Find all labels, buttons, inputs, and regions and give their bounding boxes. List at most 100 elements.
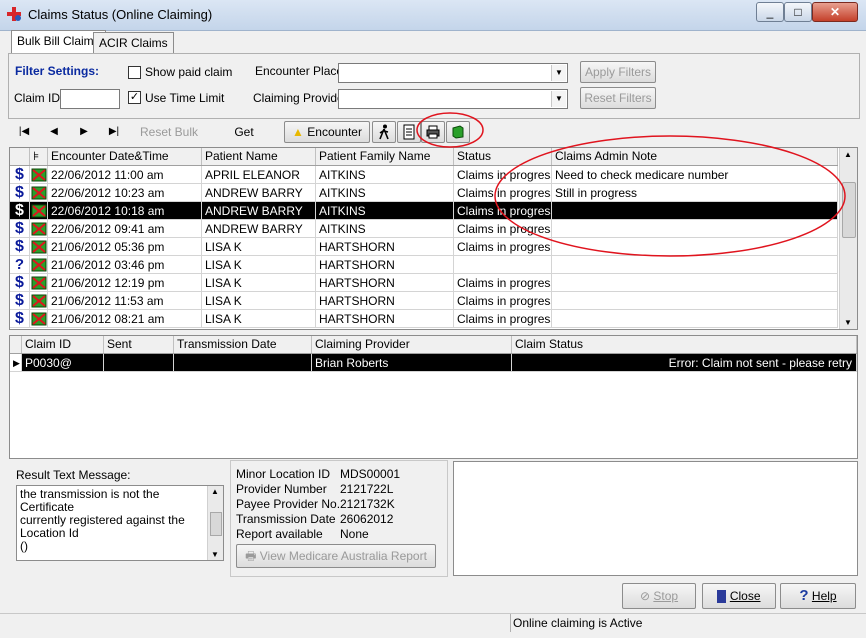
title-bar: Claims Status (Online Claiming) bbox=[0, 0, 866, 31]
transmission-date-label: Transmission Date bbox=[236, 512, 336, 526]
encounter-label: Encounter bbox=[307, 125, 362, 139]
scroll-thumb[interactable] bbox=[210, 512, 222, 536]
printer-icon: 🖶 bbox=[245, 549, 257, 563]
column-sent[interactable]: Sent bbox=[104, 336, 174, 353]
print-button[interactable] bbox=[421, 121, 445, 143]
provider-number-value: 2121722L bbox=[340, 482, 394, 496]
claim-id-input[interactable] bbox=[60, 89, 120, 109]
sent-cell bbox=[104, 354, 174, 372]
column-patient-name[interactable]: Patient Name bbox=[202, 148, 316, 165]
table-row[interactable]: $21/06/2012 12:19 pm LISA K HARTSHORN Claim… bbox=[10, 274, 838, 292]
status-cell: Claims in progress bbox=[454, 166, 552, 184]
table-row[interactable]: $21/06/2012 05:36 pm LISA K HARTSHORN Claim… bbox=[10, 238, 838, 256]
claim-status-cell: Error: Claim not sent - please retry bbox=[512, 354, 857, 372]
encounter-place-select[interactable]: ▼ bbox=[338, 63, 568, 83]
chevron-down-icon[interactable]: ▼ bbox=[551, 91, 566, 107]
close-button[interactable]: Close bbox=[702, 583, 776, 609]
status-text: Online claiming is Active bbox=[513, 616, 643, 630]
column-claims-admin-note[interactable]: Claims Admin Note bbox=[552, 148, 838, 165]
next-record-button[interactable]: ▶ bbox=[74, 122, 94, 142]
column-encounter-date[interactable]: Encounter Date&Time bbox=[48, 148, 202, 165]
help-button[interactable]: ? Help bbox=[780, 583, 856, 609]
table-row[interactable]: $22/06/2012 09:41 am ANDREW BARRY AITKINS C… bbox=[10, 220, 838, 238]
reset-bulk-bill-button[interactable]: Reset Bulk Bill bbox=[132, 122, 206, 159]
chevron-down-icon[interactable]: ▼ bbox=[551, 65, 566, 81]
header-filter-icon: ⊧ bbox=[30, 148, 48, 165]
prev-record-button[interactable]: ◀ bbox=[44, 122, 64, 142]
encounter-date-cell: 22/06/2012 10:18 am bbox=[48, 202, 202, 220]
table-row[interactable]: $21/06/2012 08:21 am LISA K HARTSHORN Claim… bbox=[10, 310, 838, 328]
maximize-button[interactable]: □ bbox=[784, 2, 812, 22]
show-paid-checkbox[interactable] bbox=[128, 66, 141, 79]
filter-heading: Filter Settings: bbox=[15, 64, 100, 78]
use-time-limit-checkbox[interactable]: ✓ bbox=[128, 91, 141, 104]
claim-flag-icon bbox=[30, 166, 48, 184]
result-line: the transmission is not the Certificate bbox=[20, 487, 160, 514]
minor-location-value: MDS00001 bbox=[340, 467, 401, 481]
scroll-up-icon[interactable]: ▲ bbox=[211, 487, 219, 496]
dollar-icon: $ bbox=[10, 274, 30, 292]
column-claiming-provider[interactable]: Claiming Provider bbox=[312, 336, 512, 353]
encounter-grid-scrollbar[interactable]: ▲ ▼ bbox=[839, 148, 857, 329]
patient-family-cell: HARTSHORN bbox=[316, 292, 454, 310]
apply-filters-button[interactable]: Apply Filters bbox=[580, 61, 656, 83]
notes-icon bbox=[403, 124, 415, 140]
result-text-area[interactable]: the transmission is not the Certificate … bbox=[16, 485, 224, 561]
encounter-date-cell: 21/06/2012 11:53 am bbox=[48, 292, 202, 310]
table-row[interactable]: ? 21/06/2012 03:46 pm LISA K HARTSHORN bbox=[10, 256, 838, 274]
first-record-button[interactable]: |◀ bbox=[14, 122, 34, 142]
scroll-thumb[interactable] bbox=[842, 182, 856, 238]
column-status[interactable]: Status bbox=[454, 148, 552, 165]
patient-name-cell: ANDREW BARRY bbox=[202, 220, 316, 238]
table-row[interactable]: $22/06/2012 11:00 am APRIL ELEANOR AITKINS… bbox=[10, 166, 838, 184]
admin-note-cell bbox=[552, 220, 838, 238]
view-medicare-report-button[interactable]: 🖶 View Medicare Australia Report bbox=[236, 544, 436, 568]
report-available-label: Report available bbox=[236, 527, 323, 541]
scroll-up-icon[interactable]: ▲ bbox=[844, 150, 852, 159]
column-claim-id[interactable]: Claim ID bbox=[22, 336, 104, 353]
close-label: Close bbox=[729, 589, 761, 603]
walking-person-button[interactable] bbox=[372, 121, 396, 143]
encounter-grid[interactable]: ⊧ Encounter Date&Time Patient Name Patie… bbox=[9, 147, 858, 330]
minimize-button[interactable]: _ bbox=[756, 2, 784, 22]
claim-flag-icon bbox=[30, 310, 48, 328]
claims-grid[interactable]: Claim ID Sent Transmission Date Claiming… bbox=[9, 335, 858, 459]
get-reports-button[interactable]: Get Reports bbox=[212, 122, 276, 159]
result-line: Location Id bbox=[20, 526, 79, 540]
result-scrollbar[interactable]: ▲ ▼ bbox=[207, 486, 223, 560]
claim-flag-icon bbox=[30, 238, 48, 256]
claiming-provider-label: Claiming Provider bbox=[253, 91, 348, 105]
patient-name-cell: LISA K bbox=[202, 256, 316, 274]
claim-id-label: Claim ID bbox=[14, 91, 61, 105]
claim-flag-icon bbox=[30, 220, 48, 238]
minor-location-label: Minor Location ID bbox=[236, 467, 331, 481]
tab-bulk-bill-claims[interactable]: Bulk Bill Claims bbox=[11, 30, 106, 54]
scroll-down-icon[interactable]: ▼ bbox=[211, 550, 219, 559]
patient-family-cell: HARTSHORN bbox=[316, 310, 454, 328]
column-transmission-date[interactable]: Transmission Date bbox=[174, 336, 312, 353]
printer-icon bbox=[426, 125, 440, 139]
table-row[interactable]: $22/06/2012 10:18 am ANDREW BARRY AITKINS C… bbox=[10, 202, 838, 220]
notes-button[interactable] bbox=[397, 121, 421, 143]
stop-button[interactable]: ⊘ Stop bbox=[622, 583, 696, 609]
claim-row[interactable]: ▶ P0030@ Brian Roberts Error: Claim not … bbox=[10, 354, 857, 372]
result-text-lines: the transmission is not the Certificate … bbox=[20, 488, 205, 553]
encounter-button[interactable]: ▲ Encounter bbox=[284, 121, 370, 143]
close-window-button[interactable]: ✕ bbox=[812, 2, 858, 22]
reset-filters-button[interactable]: Reset Filters bbox=[580, 87, 656, 109]
tab-acir-claims[interactable]: ACIR Claims bbox=[93, 32, 174, 53]
last-record-button[interactable]: ▶| bbox=[104, 122, 124, 142]
table-row[interactable]: $21/06/2012 11:53 am LISA K HARTSHORN Claim… bbox=[10, 292, 838, 310]
table-row[interactable]: $22/06/2012 10:23 am ANDREW BARRY AITKINS C… bbox=[10, 184, 838, 202]
report-text-area[interactable] bbox=[453, 461, 858, 576]
column-claim-status[interactable]: Claim Status bbox=[512, 336, 857, 353]
export-button[interactable] bbox=[446, 121, 470, 143]
encounter-date-cell: 21/06/2012 12:19 pm bbox=[48, 274, 202, 292]
claiming-provider-select[interactable]: ▼ bbox=[338, 89, 568, 109]
show-paid-label: Show paid claim bbox=[145, 65, 233, 79]
column-patient-family-name[interactable]: Patient Family Name bbox=[316, 148, 454, 165]
status-cell: Claims in progress bbox=[454, 274, 552, 292]
patient-name-cell: ANDREW BARRY bbox=[202, 184, 316, 202]
scroll-down-icon[interactable]: ▼ bbox=[844, 318, 852, 327]
stop-icon: ⊘ bbox=[639, 589, 651, 603]
